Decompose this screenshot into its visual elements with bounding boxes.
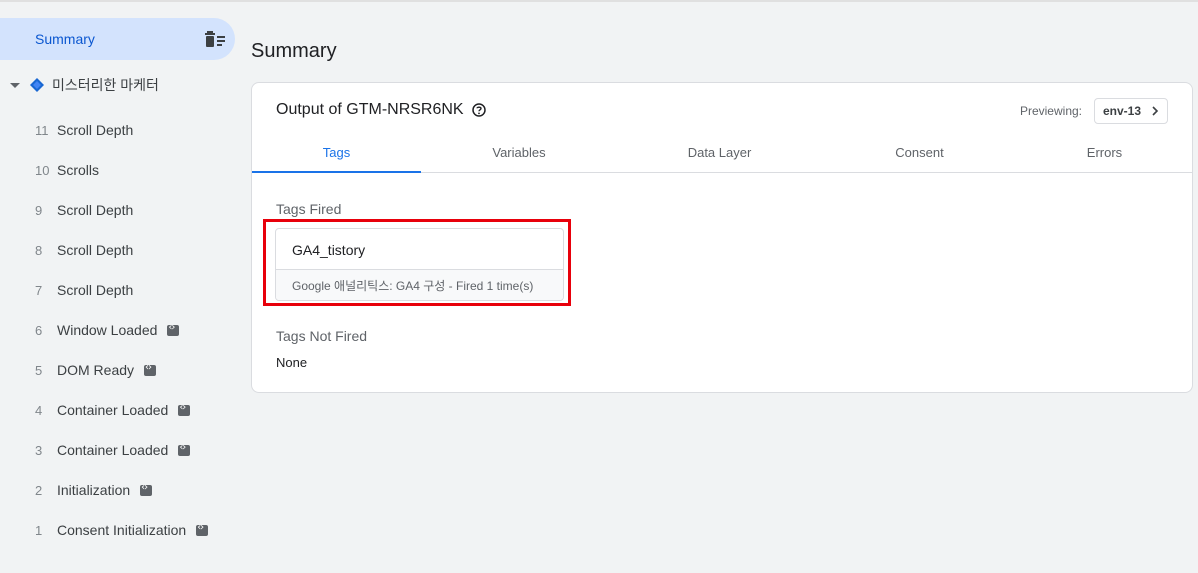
tab-data-layer[interactable]: Data Layer	[617, 133, 822, 172]
previewing-label: Previewing:	[1019, 104, 1082, 118]
caret-down-icon[interactable]	[10, 80, 20, 90]
tab-variables[interactable]: Variables	[421, 133, 617, 172]
event-name: Consent Initialization	[57, 522, 187, 538]
event-number: 9	[35, 202, 43, 218]
event-item[interactable]: 5 DOM Ready	[0, 350, 240, 390]
code-icon	[140, 482, 153, 496]
event-item[interactable]: 6 Window Loaded	[0, 310, 240, 350]
event-name: DOM Ready	[57, 362, 135, 378]
env-selector-button[interactable]: env-13	[1093, 98, 1168, 124]
event-item[interactable]: 8 Scroll Depth	[0, 230, 240, 270]
event-list: 11 Scroll Depth 10 Scrolls 9 Scroll Dept…	[0, 110, 240, 550]
container-diamond-icon	[30, 78, 44, 92]
code-icon	[167, 322, 180, 336]
event-number: 1	[35, 522, 43, 538]
event-number: 3	[35, 442, 43, 458]
tab-bar: Tags Variables Data Layer Consent Errors	[252, 133, 1192, 173]
event-item[interactable]: 7 Scroll Depth	[0, 270, 240, 310]
event-name: Scroll Depth	[57, 122, 134, 138]
event-name: Container Loaded	[57, 402, 169, 418]
help-circle-icon[interactable]	[471, 103, 486, 117]
env-label: env-13	[1102, 104, 1141, 118]
event-item[interactable]: 4 Container Loaded	[0, 390, 240, 430]
event-item[interactable]: 10 Scrolls	[0, 150, 240, 190]
tags-fired-label: Tags Fired	[276, 201, 342, 217]
card-title-text: Output of GTM-NRSR6NK	[276, 101, 464, 118]
tab-errors[interactable]: Errors	[1017, 133, 1192, 172]
event-item[interactable]: 1 Consent Initialization	[0, 510, 240, 550]
event-number: 2	[35, 482, 43, 498]
event-number: 6	[35, 322, 43, 338]
event-name: Initialization	[57, 482, 131, 498]
page-title: Summary	[251, 40, 337, 62]
top-divider	[0, 0, 1198, 2]
code-icon	[144, 362, 157, 376]
not-fired-value: None	[276, 355, 308, 370]
tags-not-fired-label: Tags Not Fired	[276, 328, 368, 344]
event-name: Scroll Depth	[57, 202, 134, 218]
event-name: Container Loaded	[57, 442, 169, 458]
event-name: Scroll Depth	[57, 282, 134, 298]
event-name: Scroll Depth	[57, 242, 134, 258]
highlight-box	[263, 219, 571, 306]
sidebar-item-summary[interactable]: Summary	[0, 18, 235, 60]
event-item[interactable]: 3 Container Loaded	[0, 430, 240, 470]
event-item[interactable]: 9 Scroll Depth	[0, 190, 240, 230]
event-number: 11	[35, 122, 49, 138]
event-item[interactable]: 2 Initialization	[0, 470, 240, 510]
event-number: 8	[35, 242, 43, 258]
event-name: Window Loaded	[57, 322, 158, 338]
container-name: 미스터리한 마케터	[52, 77, 159, 93]
container-row[interactable]: 미스터리한 마케터	[0, 60, 240, 110]
code-icon	[196, 522, 209, 536]
event-number: 7	[35, 282, 43, 298]
code-icon	[178, 442, 191, 456]
chevron-right-icon	[1152, 106, 1159, 116]
event-item[interactable]: 11 Scroll Depth	[0, 110, 240, 150]
event-name: Scrolls	[57, 162, 100, 178]
card-title: Output of GTM-NRSR6NK	[276, 101, 486, 119]
sidebar: Summary 미스터리한 마케터 11 Scroll Depth 10 Scr…	[0, 18, 240, 550]
tab-consent[interactable]: Consent	[822, 133, 1017, 172]
event-number: 10	[35, 162, 50, 178]
code-icon	[178, 402, 191, 416]
event-number: 4	[35, 402, 43, 418]
sidebar-item-label: Summary	[35, 31, 95, 47]
tab-tags[interactable]: Tags	[252, 133, 421, 173]
trash-list-icon[interactable]	[204, 30, 226, 48]
event-number: 5	[35, 362, 43, 378]
